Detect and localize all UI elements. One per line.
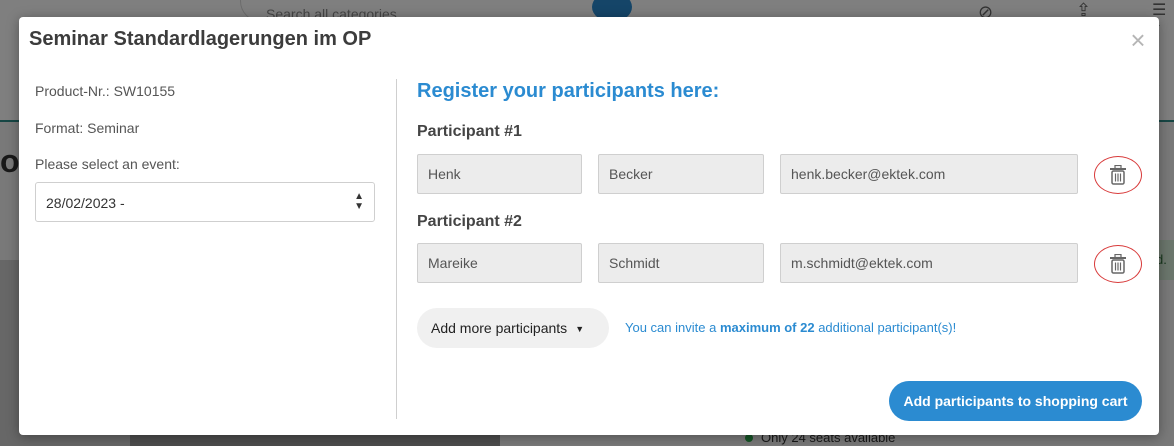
remove-participant-button[interactable]: [1094, 245, 1142, 283]
product-number: Product-Nr.: SW10155: [35, 83, 176, 99]
close-icon[interactable]: ×: [1127, 27, 1149, 53]
modal-title: Seminar Standardlagerungen im OP: [29, 28, 372, 50]
participant-label: Participant #2: [417, 213, 522, 230]
invite-limit-text: You can invite a maximum of 22 additiona…: [625, 320, 956, 335]
select-caret-icon: ▲ ▼: [354, 191, 364, 212]
add-to-cart-button[interactable]: Add participants to shopping cart: [889, 381, 1142, 421]
last-name-field[interactable]: Becker: [598, 154, 764, 194]
add-more-label: Add more participants: [431, 320, 568, 336]
last-name-field[interactable]: Schmidt: [598, 243, 764, 283]
column-divider: [396, 79, 397, 419]
register-heading: Register your participants here:: [417, 80, 720, 102]
event-select[interactable]: 28/02/2023 - ▲ ▼: [35, 182, 375, 222]
event-select-value: 28/02/2023 -: [46, 195, 125, 211]
trash-icon: [1110, 165, 1126, 185]
email-field[interactable]: henk.becker@ektek.com: [780, 154, 1078, 194]
invite-max: maximum of 22: [719, 320, 815, 335]
trash-icon: [1110, 254, 1126, 274]
first-name-field[interactable]: Henk: [417, 154, 582, 194]
remove-participant-button[interactable]: [1094, 156, 1142, 194]
participant-label: Participant #1: [417, 123, 522, 140]
format-label: Format: Seminar: [35, 120, 140, 136]
email-field[interactable]: m.schmidt@ektek.com: [780, 243, 1078, 283]
first-name-field[interactable]: Mareike: [417, 243, 582, 283]
select-event-label: Please select an event:: [35, 156, 180, 172]
invite-prefix: You can invite a: [625, 320, 720, 335]
invite-suffix: additional participant(s)!: [814, 320, 957, 335]
caret-down-icon: ▼: [575, 324, 585, 334]
registration-modal: Seminar Standardlagerungen im OP × Produ…: [19, 17, 1159, 435]
add-more-participants-button[interactable]: Add more participants ▼: [417, 308, 609, 348]
